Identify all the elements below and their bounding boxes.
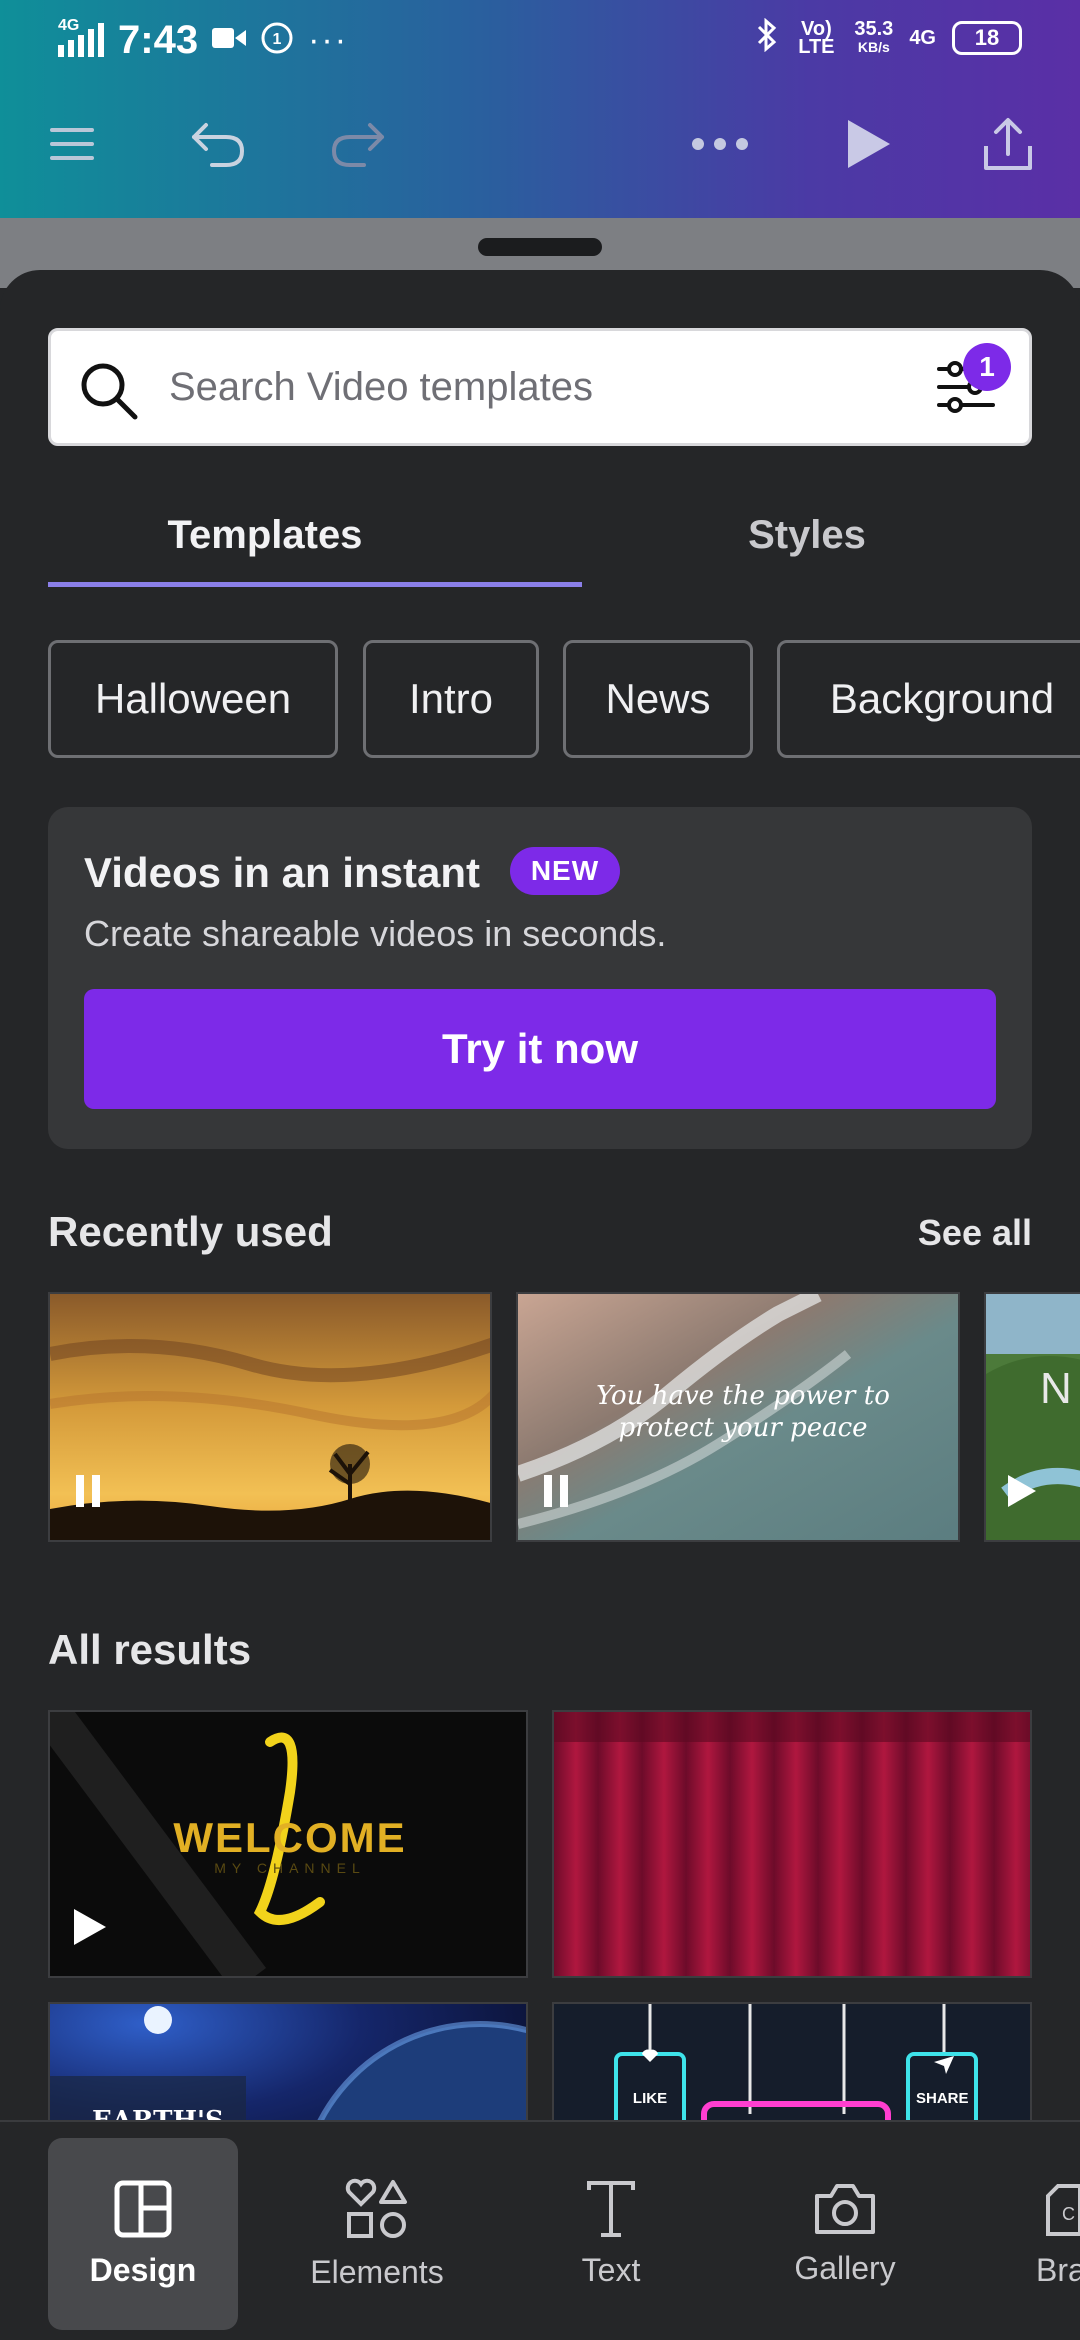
chip-news[interactable]: News [563, 640, 753, 758]
tab-templates[interactable]: Templates [0, 490, 582, 580]
category-chips: Halloween Intro News Background [48, 640, 1080, 760]
recent-video-ocean[interactable]: You have the power to protect your peace [516, 1292, 960, 1542]
tab-bar: Templates Styles [48, 490, 1032, 580]
svg-text:C: C [1062, 2204, 1075, 2224]
neon-like-text: LIKE [632, 2090, 668, 2107]
try-it-now-button[interactable]: Try it now [84, 989, 996, 1109]
volte-label: Vo) LTE [798, 18, 835, 58]
editor-toolbar [0, 100, 1080, 190]
more-icon[interactable] [688, 112, 752, 176]
redo-icon[interactable] [326, 112, 390, 176]
templates-sheet: 1 Templates Styles Halloween Intro News … [0, 270, 1080, 2340]
sunset-thumbnail [50, 1294, 490, 1540]
neon-share-text: SHARE [916, 2090, 969, 2107]
chip-halloween[interactable]: Halloween [48, 640, 338, 758]
nav-brand[interactable]: C Bra [984, 2138, 1080, 2330]
app-header: 4G 7:43 1 ··· Vo) LTE 35.3 KB/s 4G 18 [0, 0, 1080, 218]
chip-intro[interactable]: Intro [363, 640, 539, 758]
play-icon[interactable] [72, 1907, 108, 1952]
sheet-drag-handle[interactable] [478, 238, 602, 256]
play-icon[interactable] [1006, 1473, 1038, 1514]
nav-design[interactable]: Design [48, 2138, 238, 2330]
result-curtain[interactable] [552, 1710, 1032, 1978]
bottom-nav: Design Elements Text Gallery C Bra [0, 2120, 1080, 2340]
elements-icon [345, 2178, 407, 2238]
nav-gallery-label: Gallery [794, 2249, 896, 2286]
nav-elements[interactable]: Elements [282, 2138, 472, 2330]
promo-subtitle: Create shareable videos in seconds. [84, 913, 667, 954]
nav-text-label: Text [581, 2251, 641, 2288]
nav-brand-label: Bra [1036, 2251, 1080, 2288]
search-icon [79, 361, 139, 426]
new-badge: NEW [510, 847, 620, 895]
data-saver-icon: 1 [260, 21, 294, 60]
status-time: 7:43 [118, 18, 199, 62]
see-all-link[interactable]: See all [918, 1212, 1032, 1254]
menu-icon[interactable] [40, 112, 104, 176]
bluetooth-icon [756, 17, 778, 58]
pause-icon[interactable] [72, 1473, 104, 1514]
nav-gallery[interactable]: Gallery [750, 2138, 940, 2330]
filter-button[interactable]: 1 [935, 343, 1011, 425]
welcome-title-text: WELCOME [173, 1814, 407, 1861]
recent-video-nature[interactable]: N [984, 1292, 1080, 1542]
curtain-thumbnail [554, 1712, 1030, 1976]
svg-text:1: 1 [273, 31, 282, 48]
promo-title: Videos in an instant [84, 849, 480, 896]
more-status-icon: ··· [308, 21, 349, 59]
filter-count-badge: 1 [963, 343, 1011, 391]
design-icon [114, 2180, 172, 2237]
search-input[interactable] [169, 355, 929, 419]
search-bar: 1 [48, 328, 1032, 446]
all-results-title: All results [48, 1626, 252, 1673]
pause-icon[interactable] [540, 1473, 572, 1514]
share-icon[interactable] [976, 112, 1040, 176]
ocean-quote-text: You have the power to protect your peace [596, 1381, 890, 1443]
brand-icon: C [1046, 2183, 1080, 2236]
result-welcome[interactable]: WELCOME MY CHANNEL [48, 1710, 528, 1978]
promo-card: Videos in an instant NEW Create shareabl… [48, 807, 1032, 1149]
recent-video-sunset[interactable] [48, 1292, 492, 1542]
battery-icon: 18 [952, 21, 1022, 55]
nav-elements-label: Elements [310, 2253, 444, 2290]
welcome-subtitle-text: MY CHANNEL [214, 1860, 366, 1876]
chip-background[interactable]: Background [777, 640, 1080, 758]
nav-text[interactable]: Text [516, 2138, 706, 2330]
camera-icon [815, 2183, 875, 2234]
text-icon [587, 2180, 635, 2237]
tab-styles[interactable]: Styles [582, 490, 1032, 580]
network-type: 4G [909, 26, 936, 49]
undo-icon[interactable] [186, 112, 250, 176]
nature-thumb-text: N [1040, 1364, 1072, 1413]
status-bar: 4G 7:43 1 ··· Vo) LTE 35.3 KB/s 4G 18 [0, 0, 1080, 86]
network-speed: 35.3 KB/s [854, 18, 894, 55]
recently-used-title: Recently used [48, 1208, 333, 1255]
tab-active-indicator [48, 582, 582, 587]
signal-icon: 4G [58, 17, 104, 59]
video-record-icon [212, 25, 247, 56]
nav-design-label: Design [89, 2251, 197, 2288]
play-icon[interactable] [836, 112, 900, 176]
